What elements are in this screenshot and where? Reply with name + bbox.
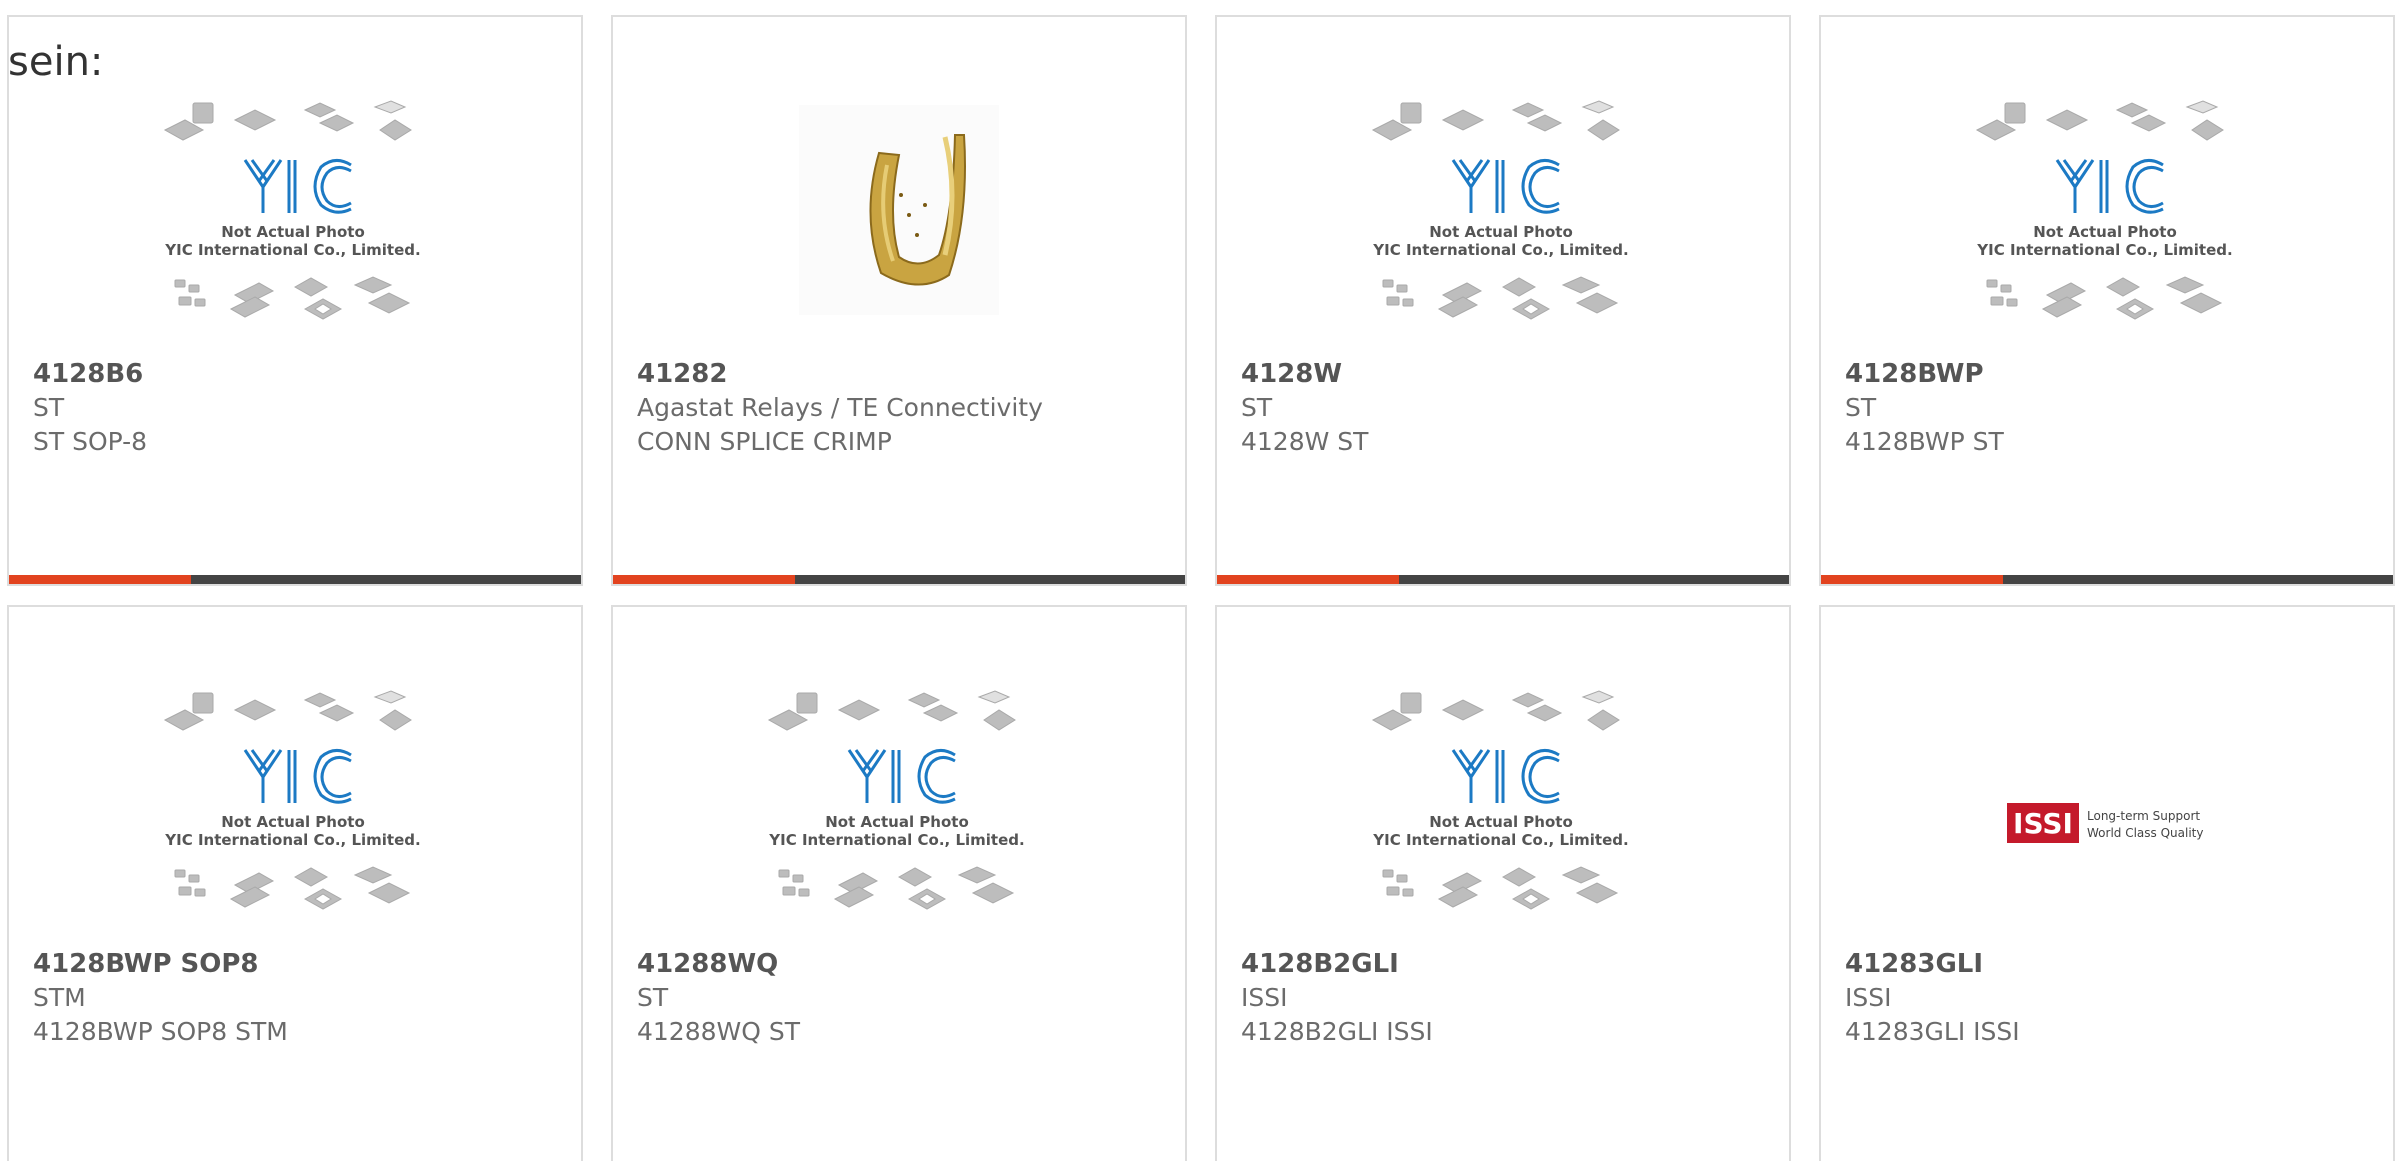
product-meta: 41288WQ ST 41288WQ ST [637, 947, 1169, 1049]
product-card[interactable]: Not Actual Photo YIC International Co., … [1819, 15, 2395, 586]
product-card[interactable]: Not Actual Photo YIC International Co., … [7, 605, 583, 1161]
svg-text:YIC International Co., Limited: YIC International Co., Limited. [164, 241, 420, 259]
product-description: 41283GLI ISSI [1845, 1017, 2020, 1046]
product-part-number[interactable]: 41283GLI [1845, 947, 2377, 981]
product-part-number[interactable]: 4128BWP [1845, 357, 2377, 391]
product-image[interactable]: Not Actual Photo YIC International Co., … [1363, 685, 1643, 935]
svg-text:Not Actual Photo: Not Actual Photo [825, 813, 969, 831]
product-manufacturer: ST [637, 983, 669, 1012]
svg-text:Not Actual Photo: Not Actual Photo [1429, 813, 1573, 831]
section-heading: sein: [8, 39, 104, 85]
product-part-number[interactable]: 41282 [637, 357, 1169, 391]
product-description: 4128BWP SOP8 STM [33, 1017, 288, 1046]
product-meta: 4128B2GLI ISSI 4128B2GLI ISSI [1241, 947, 1773, 1049]
svg-text:Not Actual Photo: Not Actual Photo [221, 813, 365, 831]
product-manufacturer: Agastat Relays / TE Connectivity [637, 393, 1043, 422]
svg-text:ISSI: ISSI [2013, 807, 2073, 840]
svg-text:World Class Quality: World Class Quality [2087, 826, 2203, 840]
card-bottom-bar-accent [1821, 575, 2003, 584]
product-image[interactable]: ISSI Long-term Support World Class Quali… [1967, 685, 2247, 935]
svg-text:Long-term Support: Long-term Support [2087, 809, 2200, 823]
product-card[interactable]: Not Actual Photo YIC International Co., … [611, 605, 1187, 1161]
product-meta: 4128B6 ST ST SOP-8 [33, 357, 565, 459]
product-description: ST SOP-8 [33, 427, 148, 456]
product-description: 4128W ST [1241, 427, 1369, 456]
product-meta: 4128W ST 4128W ST [1241, 357, 1773, 459]
product-manufacturer: ISSI [1845, 983, 1892, 1012]
product-part-number[interactable]: 4128B6 [33, 357, 565, 391]
product-image[interactable]: Not Actual Photo YIC International Co., … [759, 685, 1039, 935]
svg-text:YIC International Co., Limited: YIC International Co., Limited. [1372, 831, 1628, 849]
product-manufacturer: ISSI [1241, 983, 1288, 1012]
product-meta: 41283GLI ISSI 41283GLI ISSI [1845, 947, 2377, 1049]
product-description: 41288WQ ST [637, 1017, 801, 1046]
product-meta: 4128BWP ST 4128BWP ST [1845, 357, 2377, 459]
product-part-number[interactable]: 4128B2GLI [1241, 947, 1773, 981]
product-card[interactable]: Not Actual Photo YIC International Co., … [7, 15, 583, 586]
card-bottom-bar [9, 575, 581, 584]
product-card[interactable]: Not Actual Photo YIC International Co., … [1215, 15, 1791, 586]
svg-text:Not Actual Photo: Not Actual Photo [2033, 223, 2177, 241]
svg-text:YIC International Co., Limited: YIC International Co., Limited. [768, 831, 1024, 849]
product-manufacturer: ST [1241, 393, 1273, 422]
svg-text:YIC International Co., Limited: YIC International Co., Limited. [1372, 241, 1628, 259]
product-card[interactable]: 41282 Agastat Relays / TE Connectivity CON… [611, 15, 1187, 586]
svg-text:Not Actual Photo: Not Actual Photo [1429, 223, 1573, 241]
product-image[interactable]: Not Actual Photo YIC International Co., … [1363, 95, 1643, 345]
svg-text:YIC International Co., Limited: YIC International Co., Limited. [164, 831, 420, 849]
product-manufacturer: ST [33, 393, 65, 422]
product-description: CONN SPLICE CRIMP [637, 427, 892, 456]
product-part-number[interactable]: 4128BWP SOP8 [33, 947, 565, 981]
product-part-number[interactable]: 4128W [1241, 357, 1773, 391]
product-grid-page: sein: Not Actual Photo YIC International… [0, 0, 2400, 1161]
product-manufacturer: ST [1845, 393, 1877, 422]
card-bottom-bar [1821, 575, 2393, 584]
product-meta: 41282 Agastat Relays / TE Connectivity CON… [637, 357, 1169, 459]
product-image[interactable] [759, 95, 1039, 345]
svg-text:YIC International Co., Limited: YIC International Co., Limited. [1976, 241, 2232, 259]
card-bottom-bar-accent [613, 575, 795, 584]
product-manufacturer: STM [33, 983, 86, 1012]
card-bottom-bar-accent [9, 575, 191, 584]
product-card[interactable]: Not Actual Photo YIC International Co., … [1215, 605, 1791, 1161]
svg-text:Not Actual Photo: Not Actual Photo [221, 223, 365, 241]
product-meta: 4128BWP SOP8 STM 4128BWP SOP8 STM [33, 947, 565, 1049]
product-description: 4128B2GLI ISSI [1241, 1017, 1433, 1046]
card-bottom-bar [1217, 575, 1789, 584]
card-bottom-bar [613, 575, 1185, 584]
product-image[interactable]: Not Actual Photo YIC International Co., … [155, 95, 435, 345]
product-image[interactable]: Not Actual Photo YIC International Co., … [155, 685, 435, 935]
card-bottom-bar-accent [1217, 575, 1399, 584]
product-description: 4128BWP ST [1845, 427, 2004, 456]
product-image[interactable]: Not Actual Photo YIC International Co., … [1967, 95, 2247, 345]
product-part-number[interactable]: 41288WQ [637, 947, 1169, 981]
product-card[interactable]: ISSI Long-term Support World Class Quali… [1819, 605, 2395, 1161]
